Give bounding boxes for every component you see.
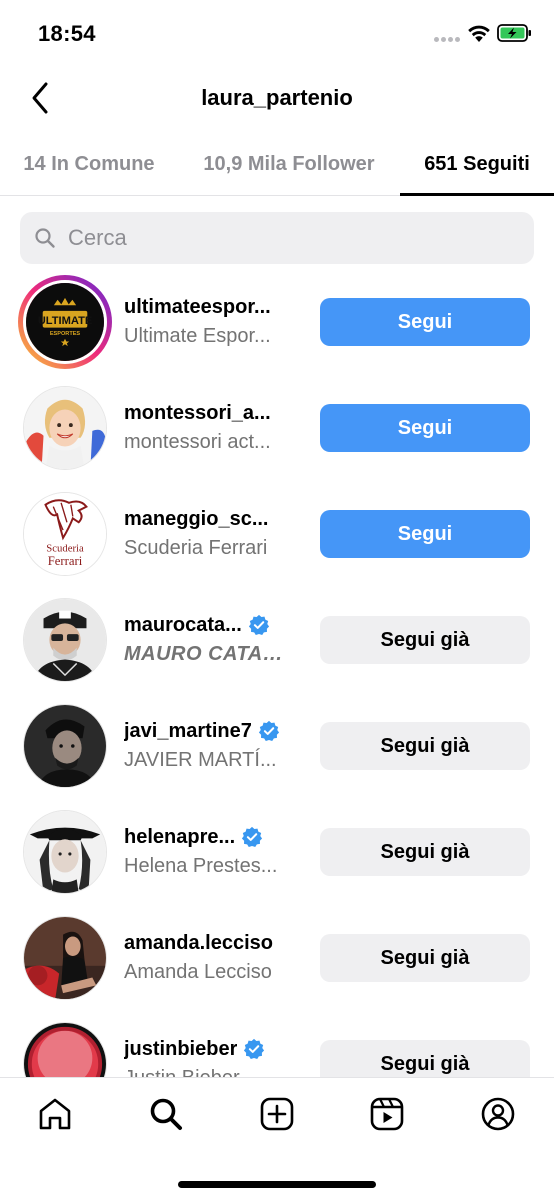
avatar-frame[interactable]	[18, 699, 112, 793]
user-names: montessori_a... montessori act...	[124, 399, 304, 456]
svg-text:ESPORTES: ESPORTES	[50, 331, 81, 337]
home-tab[interactable]	[35, 1094, 75, 1134]
full-name: Amanda Lecciso	[124, 961, 272, 983]
avatar-frame[interactable]	[18, 381, 112, 475]
user-names: amanda.lecciso Amanda Lecciso	[124, 929, 304, 986]
profile-tab[interactable]	[478, 1094, 518, 1134]
user-names: javi_martine7 JAVIER MARTÍ...	[124, 717, 304, 774]
full-name: JAVIER MARTÍ...	[124, 749, 277, 771]
list-item[interactable]: helenapre... Helena Prestes... Segui già	[0, 800, 554, 906]
following-button[interactable]: Segui già	[320, 934, 530, 982]
full-name: Ultimate Espor...	[124, 325, 271, 347]
username[interactable]: amanda.lecciso	[124, 932, 273, 955]
search-icon	[35, 228, 55, 248]
avatar	[23, 704, 107, 788]
svg-text:ULTIMATE: ULTIMATE	[38, 315, 93, 327]
list-item[interactable]: justinbieber Justin Bieber Segui già	[0, 1012, 554, 1077]
tab-in-common[interactable]: 14 In Comune	[0, 134, 178, 194]
avatar-frame[interactable]	[18, 805, 112, 899]
username[interactable]: javi_martine7	[124, 720, 252, 743]
username[interactable]: montessori_a...	[124, 402, 271, 425]
user-names: maurocata... MAURO CATALI...	[124, 611, 304, 668]
verified-badge-icon	[258, 720, 279, 741]
avatar-frame[interactable]	[18, 593, 112, 687]
cellular-signal-icon	[434, 37, 460, 43]
full-name: MAURO CATALI...	[124, 643, 286, 665]
follow-button[interactable]: Segui	[320, 298, 530, 346]
search-input[interactable]	[68, 212, 518, 264]
avatar	[23, 916, 107, 1000]
list-item[interactable]: maurocata... MAURO CATALI... Segui già	[0, 588, 554, 694]
follow-button[interactable]: Segui	[320, 404, 530, 452]
svg-text:Scuderia: Scuderia	[46, 543, 84, 555]
avatar: ULTIMATE ESPORTES	[23, 280, 107, 364]
list-item[interactable]: montessori_a... montessori act... Segui	[0, 376, 554, 482]
user-names: justinbieber Justin Bieber	[124, 1035, 304, 1077]
full-name: Justin Bieber	[124, 1064, 286, 1077]
list-item[interactable]: Scuderia Ferrari maneggio_sc... Scuderia…	[0, 482, 554, 588]
home-indicator	[178, 1181, 376, 1188]
list-item[interactable]: javi_martine7 JAVIER MARTÍ... Segui già	[0, 694, 554, 800]
create-icon	[260, 1097, 294, 1131]
user-names: helenapre... Helena Prestes...	[124, 823, 304, 880]
avatar-story-ring[interactable]: ULTIMATE ESPORTES	[18, 275, 112, 369]
following-button[interactable]: Segui già	[320, 616, 530, 664]
user-names: maneggio_sc... Scuderia Ferrari	[124, 505, 304, 562]
status-time: 18:54	[38, 21, 96, 46]
following-button[interactable]: Segui già	[320, 722, 530, 770]
full-name: Helena Prestes...	[124, 855, 278, 877]
list-item[interactable]: amanda.lecciso Amanda Lecciso Segui già	[0, 906, 554, 1012]
search-bar[interactable]	[20, 212, 534, 264]
username[interactable]: maneggio_sc...	[124, 508, 269, 531]
home-icon	[39, 1098, 71, 1130]
avatar	[23, 1022, 107, 1077]
avatar-frame[interactable]: Scuderia Ferrari	[18, 487, 112, 581]
following-list: ULTIMATE ESPORTES ultimateespor... Ultim…	[0, 270, 554, 1077]
full-name: Scuderia Ferrari	[124, 537, 268, 559]
avatar-frame[interactable]	[18, 911, 112, 1005]
status-bar: 18:54	[0, 0, 554, 60]
user-names: ultimateespor... Ultimate Espor...	[124, 293, 304, 350]
username[interactable]: justinbieber	[124, 1038, 237, 1061]
tab-following[interactable]: 651 Seguiti	[400, 134, 554, 196]
avatar	[23, 598, 107, 682]
create-tab[interactable]	[257, 1094, 297, 1134]
verified-badge-icon	[242, 826, 263, 847]
page-title: laura_partenio	[201, 85, 353, 110]
avatar	[23, 810, 107, 894]
svg-text:Ferrari: Ferrari	[48, 554, 83, 568]
header: laura_partenio	[0, 64, 554, 130]
verified-badge-icon	[248, 614, 269, 635]
avatar-frame[interactable]	[18, 1017, 112, 1077]
avatar	[23, 386, 107, 470]
battery-charging-icon	[497, 24, 531, 42]
wifi-icon	[468, 25, 490, 42]
following-button[interactable]: Segui già	[320, 828, 530, 876]
profile-icon	[481, 1097, 515, 1131]
verified-badge-icon	[244, 1038, 265, 1059]
reels-icon	[370, 1097, 404, 1131]
full-name: montessori act...	[124, 431, 271, 453]
search-icon	[150, 1098, 182, 1130]
username[interactable]: helenapre...	[124, 826, 235, 849]
tab-followers[interactable]: 10,9 Mila Follower	[178, 134, 400, 194]
bottom-tab-bar	[0, 1077, 554, 1200]
following-button[interactable]: Segui già	[320, 1040, 530, 1077]
follow-button[interactable]: Segui	[320, 510, 530, 558]
reels-tab[interactable]	[367, 1094, 407, 1134]
tab-bar: 14 In Comune 10,9 Mila Follower 651 Segu…	[0, 134, 554, 196]
avatar: Scuderia Ferrari	[23, 492, 107, 576]
list-item[interactable]: ULTIMATE ESPORTES ultimateespor... Ultim…	[0, 270, 554, 376]
username[interactable]: ultimateespor...	[124, 296, 271, 319]
username[interactable]: maurocata...	[124, 614, 242, 637]
search-tab[interactable]	[146, 1094, 186, 1134]
